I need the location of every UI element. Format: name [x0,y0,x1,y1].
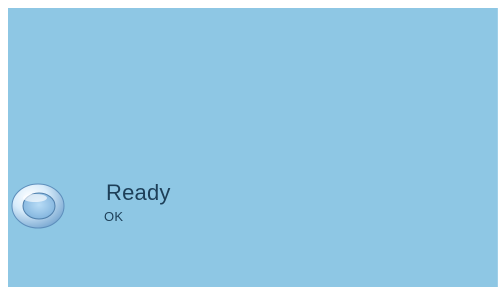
status-panel: Ready OK [8,8,498,287]
status-subtitle: OK [104,209,124,224]
status-title: Ready [106,180,171,205]
status-block: Ready OK [8,178,268,238]
ring-icon [11,180,67,230]
